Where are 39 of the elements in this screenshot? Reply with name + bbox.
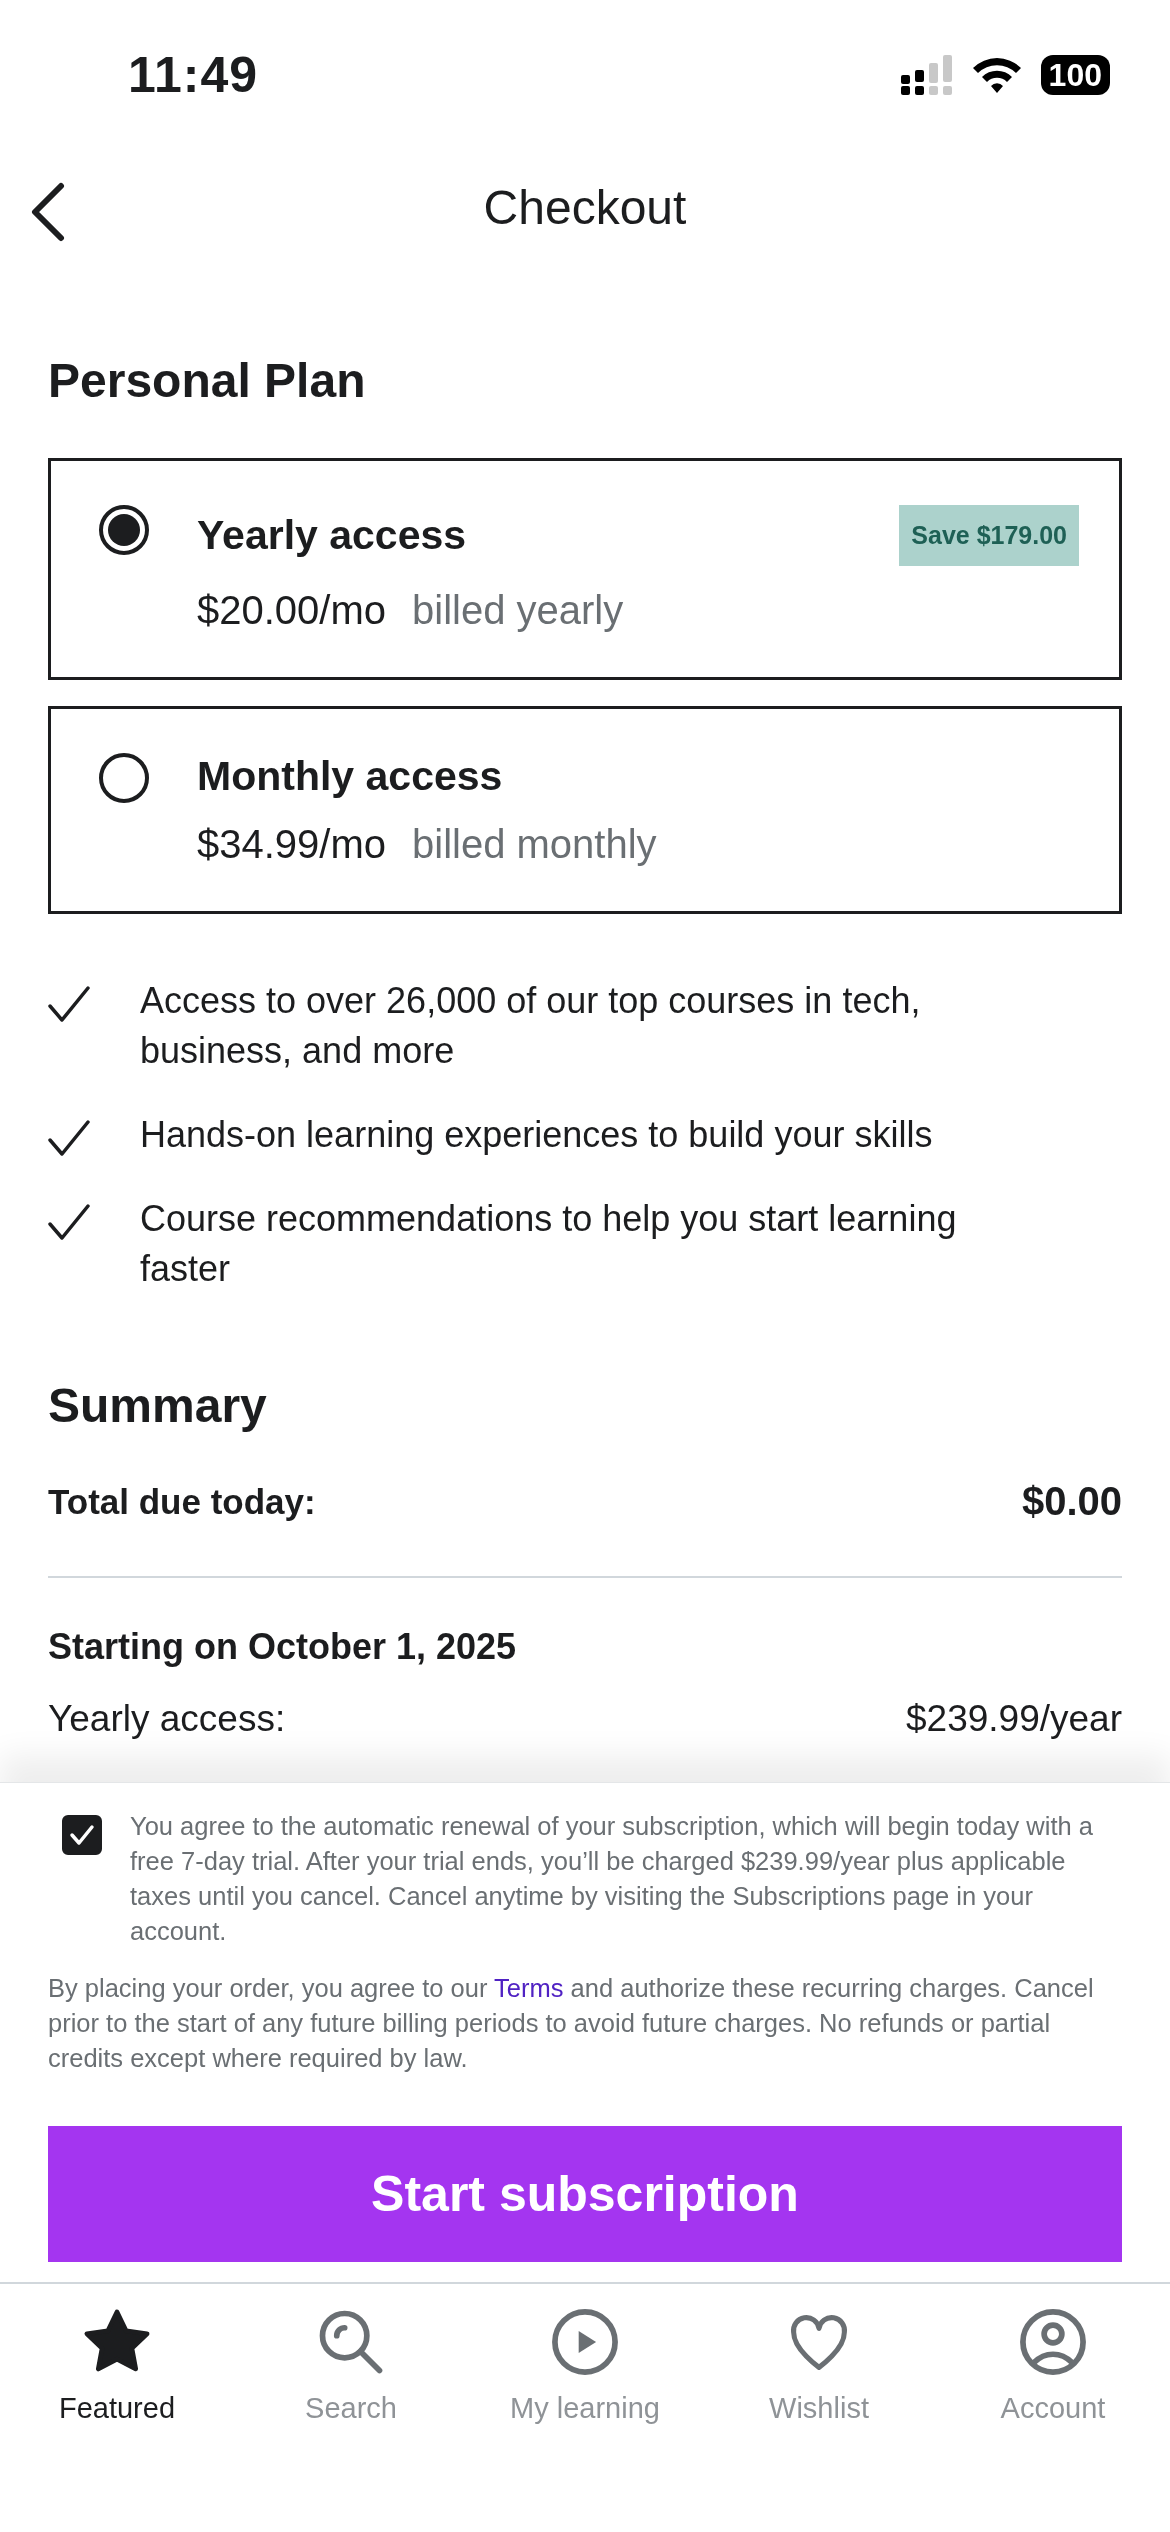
plan-option[interactable]: Yearly access Save $179.00 $20.00/mo billed yearly <box>48 458 1122 680</box>
feature-text: Access to over 26,000 of our top courses in tech, business, and more <box>140 979 922 1073</box>
feature-text: Hands-on learning experiences to build your skills <box>140 1113 933 1157</box>
radio-button[interactable] <box>99 505 149 555</box>
checkmark-icon <box>69 1824 95 1846</box>
total-label: Total due today: <box>48 1481 316 1522</box>
radio-button[interactable] <box>99 753 149 803</box>
status-time: 11:49 <box>128 46 259 104</box>
check-icon <box>48 1204 90 1242</box>
tab-bar-item[interactable]: Wishlist <box>702 2284 936 2532</box>
tab-bar-item[interactable]: Account <box>936 2284 1170 2532</box>
plan-price: $20.00/mo <box>197 588 387 633</box>
page-title: Checkout <box>483 180 687 235</box>
tab-bar-item[interactable]: Search <box>234 2284 468 2532</box>
section-heading: Summary <box>48 1378 268 1433</box>
legal-text: By placing your order, you agree to our Terms and authorize these recurring charges. Cancel prior to the start of any future billing periods to avoid future charges. No refunds or partial credits except where required by law. <box>48 1973 1095 2074</box>
feature-text: Course recommendations to help you start learning faster <box>140 1197 958 1291</box>
check-icon <box>48 1120 90 1158</box>
battery-indicator: 100 <box>1040 55 1110 95</box>
consent-text: You agree to the automatic renewal of your subscription, which will begin today with a free 7-day trial. After your trial ends, you’ll be charged $239.99/year plus applicable taxes until you cancel. Cancel anytime by visiting the Subscriptions page in your account. <box>130 1811 1094 1947</box>
billing-period: billed yearly <box>412 588 624 633</box>
start-date-heading: Starting on October 1, 2025 <box>48 1626 518 1668</box>
checkbox[interactable] <box>62 1815 102 1855</box>
check-icon <box>48 986 90 1024</box>
section-heading: Personal Plan <box>48 353 367 408</box>
line-value: $239.99/year <box>906 1698 1122 1740</box>
billing-period: billed monthly <box>412 822 657 867</box>
tab-bar-item[interactable]: Featured <box>0 2284 234 2532</box>
terms-link[interactable]: Terms <box>494 1974 564 2002</box>
plan-title: Yearly access <box>197 512 467 559</box>
line-label: Yearly access: <box>48 1698 286 1740</box>
plan-price: $34.99/mo <box>197 822 387 867</box>
plan-option[interactable]: Monthly access $34.99/mo billed monthly <box>48 706 1122 914</box>
tab-bar-item[interactable]: My learning <box>468 2284 702 2532</box>
total-value: $0.00 <box>1021 1479 1122 1524</box>
plan-title: Monthly access <box>197 753 503 800</box>
signal-icon <box>900 55 953 95</box>
savings-badge: Save $179.00 <box>899 505 1079 566</box>
start-subscription-button[interactable]: Start subscription <box>48 2125 1122 2262</box>
